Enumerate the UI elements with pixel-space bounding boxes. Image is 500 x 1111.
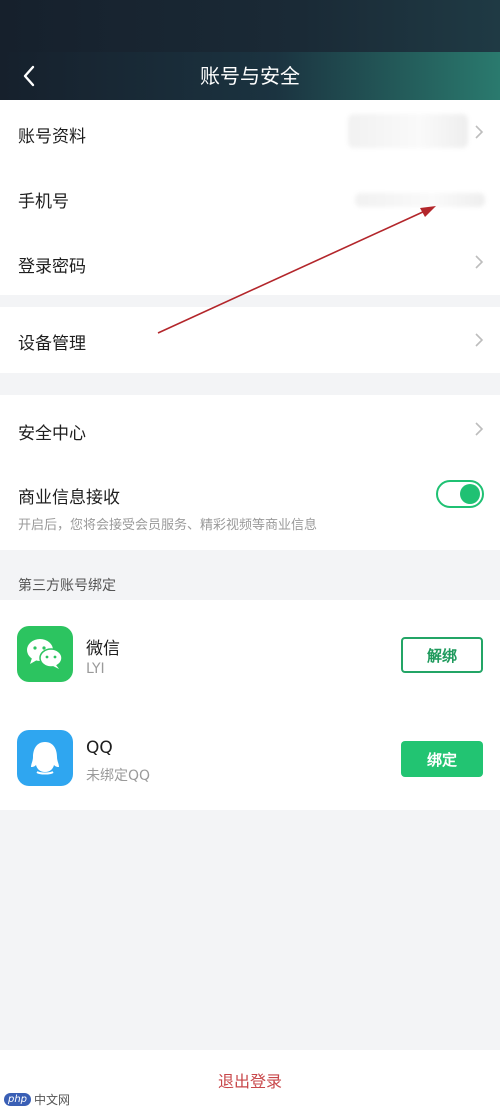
watermark-logo: php [4, 1092, 32, 1106]
watermark-text: 中文网 [34, 1092, 71, 1107]
annotation-arrow [157, 206, 436, 334]
site-watermark: php 中文网 [4, 1090, 70, 1108]
logout-button[interactable]: 退出登录 [0, 1068, 500, 1092]
